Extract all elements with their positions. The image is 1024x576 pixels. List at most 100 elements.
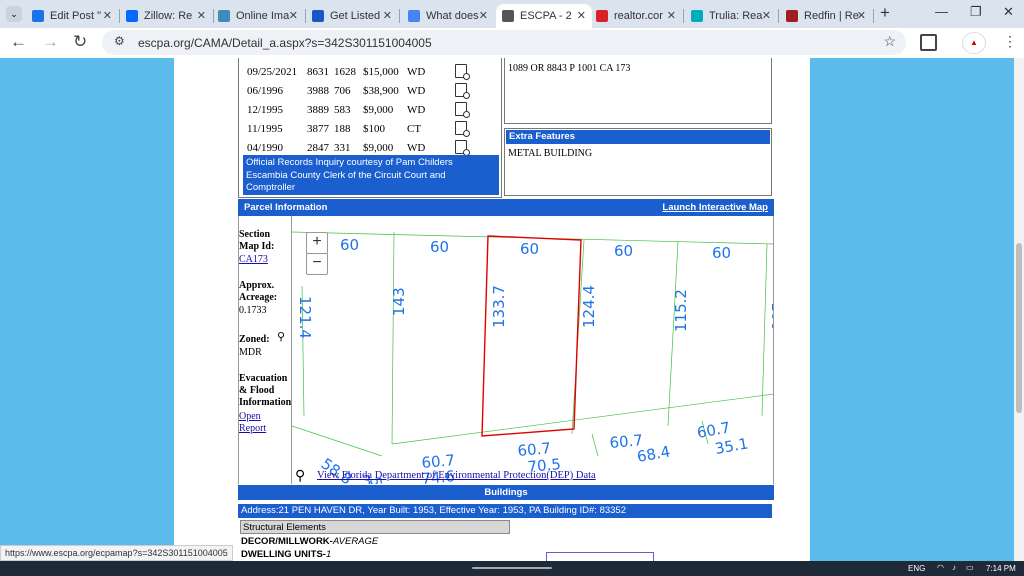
sale-row: 12/1995 3889 583 $9,000 WD: [239, 101, 501, 120]
sale-date: 11/1995: [247, 123, 283, 135]
sale-page: 1628: [334, 66, 356, 78]
parcel-map-svg: 60 60 60 60 60121.4 143 133.7 124.4 115.2 10658.8…: [292, 231, 773, 484]
tab-1[interactable]: Edit Post " ✕: [26, 4, 118, 28]
sale-value: $9,000: [363, 142, 394, 154]
dep-data-row: ⚲ View Florida Department of Environment…: [238, 468, 774, 484]
bookmark-star-icon[interactable]: ☆: [883, 33, 896, 50]
back-icon[interactable]: ←: [10, 32, 27, 52]
tab-3[interactable]: Online Ima ✕: [212, 4, 304, 28]
sale-type: WD: [407, 66, 426, 78]
url-text[interactable]: escpa.org/CAMA/Detail_a.aspx?s=342S30115…: [138, 36, 432, 50]
tab-close-icon[interactable]: ✕: [577, 9, 586, 22]
site-info-icon[interactable]: ⚙: [114, 34, 125, 48]
volume-icon[interactable]: ♪: [952, 563, 956, 572]
sale-type: WD: [407, 104, 426, 116]
tab-6[interactable]: ESCPA - 2 ✕: [496, 4, 592, 28]
language-indicator[interactable]: ENG: [908, 564, 925, 573]
tab-label: Get Listed: [330, 10, 381, 22]
selected-parcel[interactable]: [481, 235, 582, 437]
tab-7[interactable]: realtor.cor ✕: [590, 4, 682, 28]
sale-value: $9,000: [363, 104, 394, 116]
tab-close-icon[interactable]: ✕: [857, 9, 866, 22]
sale-book: 8631: [307, 66, 329, 78]
map-dimension-label: 133.7: [490, 285, 508, 328]
document-search-icon[interactable]: [455, 140, 470, 156]
wifi-icon[interactable]: ◠: [937, 563, 944, 572]
tab-close-icon[interactable]: ✕: [667, 9, 676, 22]
map-dimension-label: 60: [520, 240, 539, 258]
sale-date: 06/1996: [247, 85, 284, 97]
close-window-button[interactable]: ✕: [1003, 4, 1014, 20]
official-records-box[interactable]: Official Records Inquiry courtesy of Pam…: [243, 155, 499, 195]
building-address: Address:21 PEN HAVEN DR, Year Built: 195…: [238, 504, 772, 518]
section-map-link[interactable]: CA173: [239, 254, 268, 266]
tab-search-button[interactable]: ⌄: [6, 6, 22, 22]
address-bar[interactable]: ⚙ escpa.org/CAMA/Detail_a.aspx?s=342S301…: [102, 30, 906, 55]
acreage-label: Approx. Acreage:: [239, 280, 278, 303]
sale-type: CT: [407, 123, 422, 135]
tab-5[interactable]: What does ✕: [402, 4, 494, 28]
map-dimension-label: 60: [712, 244, 731, 262]
sale-book: 3877: [307, 123, 329, 135]
sale-value: $15,000: [363, 66, 399, 78]
document-search-icon[interactable]: [455, 83, 470, 99]
parcel-map[interactable]: 60 60 60 60 60 121.4 143 133.7 124.4 115.2 106 58.8…: [292, 216, 774, 484]
open-report-link[interactable]: Open Report: [239, 411, 279, 435]
parcel-header-title: Parcel Information: [244, 202, 328, 213]
tab-8[interactable]: Trulia: Rea ✕: [685, 4, 777, 28]
structural-elements-header: Structural Elements: [240, 520, 510, 534]
sale-row: 11/1995 3877 188 $100 CT: [239, 120, 501, 139]
dep-icon: ⚲: [295, 469, 306, 484]
sale-date: 12/1995: [247, 104, 284, 116]
scrollbar-thumb[interactable]: [1016, 243, 1022, 413]
document-search-icon[interactable]: [455, 102, 470, 118]
minimize-button[interactable]: —: [935, 4, 948, 19]
sale-book: 3988: [307, 85, 329, 97]
tab-close-icon[interactable]: ✕: [762, 9, 771, 22]
map-dimension-label: 143: [390, 287, 408, 316]
sale-book: 3889: [307, 104, 329, 116]
dep-data-link[interactable]: View Florida Department of Environmental…: [317, 470, 596, 481]
new-tab-button[interactable]: +: [880, 3, 890, 23]
profile-avatar[interactable]: ▲: [962, 32, 986, 54]
tab-favicon-icon: [691, 10, 703, 22]
forward-icon[interactable]: →: [42, 32, 59, 52]
tab-close-icon[interactable]: ✕: [289, 9, 298, 22]
page-scrollbar[interactable]: [1014, 58, 1024, 561]
tab-close-icon[interactable]: ✕: [479, 9, 488, 22]
extra-features-panel: Extra Features METAL BUILDING: [504, 128, 772, 196]
clock[interactable]: 7:14 PM: [986, 564, 1016, 573]
status-bar: https://www.escpa.org/ecpamap?s=342S3011…: [0, 545, 233, 561]
tab-9[interactable]: Redfin | Re ✕: [780, 4, 872, 28]
tab-close-icon[interactable]: ✕: [197, 9, 206, 22]
battery-icon[interactable]: ▭: [966, 563, 974, 572]
document-search-icon[interactable]: [455, 121, 470, 137]
extensions-icon[interactable]: [920, 34, 937, 51]
zoom-in-button[interactable]: +: [306, 232, 328, 254]
map-dimension-label: 124.4: [580, 285, 598, 328]
sale-value: $100: [363, 123, 385, 135]
sale-type: WD: [407, 142, 426, 154]
tab-2[interactable]: Zillow: Re ✕: [120, 4, 212, 28]
menu-icon[interactable]: ⋮: [1003, 33, 1017, 50]
zoom-out-button[interactable]: −: [306, 253, 328, 275]
sale-type: WD: [407, 85, 426, 97]
map-dimension-label: 60: [340, 236, 359, 254]
sale-page: 706: [334, 85, 351, 97]
tab-close-icon[interactable]: ✕: [103, 9, 112, 22]
tab-close-icon[interactable]: ✕: [383, 9, 392, 22]
document-search-icon[interactable]: [455, 64, 470, 80]
sale-page: 583: [334, 104, 351, 116]
tab-favicon-icon: [596, 10, 608, 22]
reload-icon[interactable]: ↻: [73, 32, 87, 52]
magnifier-icon[interactable]: ⚲: [277, 330, 285, 343]
map-dimension-label: 121.4: [296, 296, 314, 339]
evacuation-label: Evacuation & Flood Information: [239, 373, 292, 408]
sale-page: 188: [334, 123, 351, 135]
tab-label: Edit Post ": [50, 10, 101, 22]
launch-map-link[interactable]: Launch Interactive Map: [662, 199, 768, 216]
buildings-header: Buildings: [238, 485, 774, 500]
tab-4[interactable]: Get Listed ✕: [306, 4, 398, 28]
taskbar-handle: [472, 567, 552, 569]
restore-button[interactable]: ❐: [970, 4, 982, 20]
